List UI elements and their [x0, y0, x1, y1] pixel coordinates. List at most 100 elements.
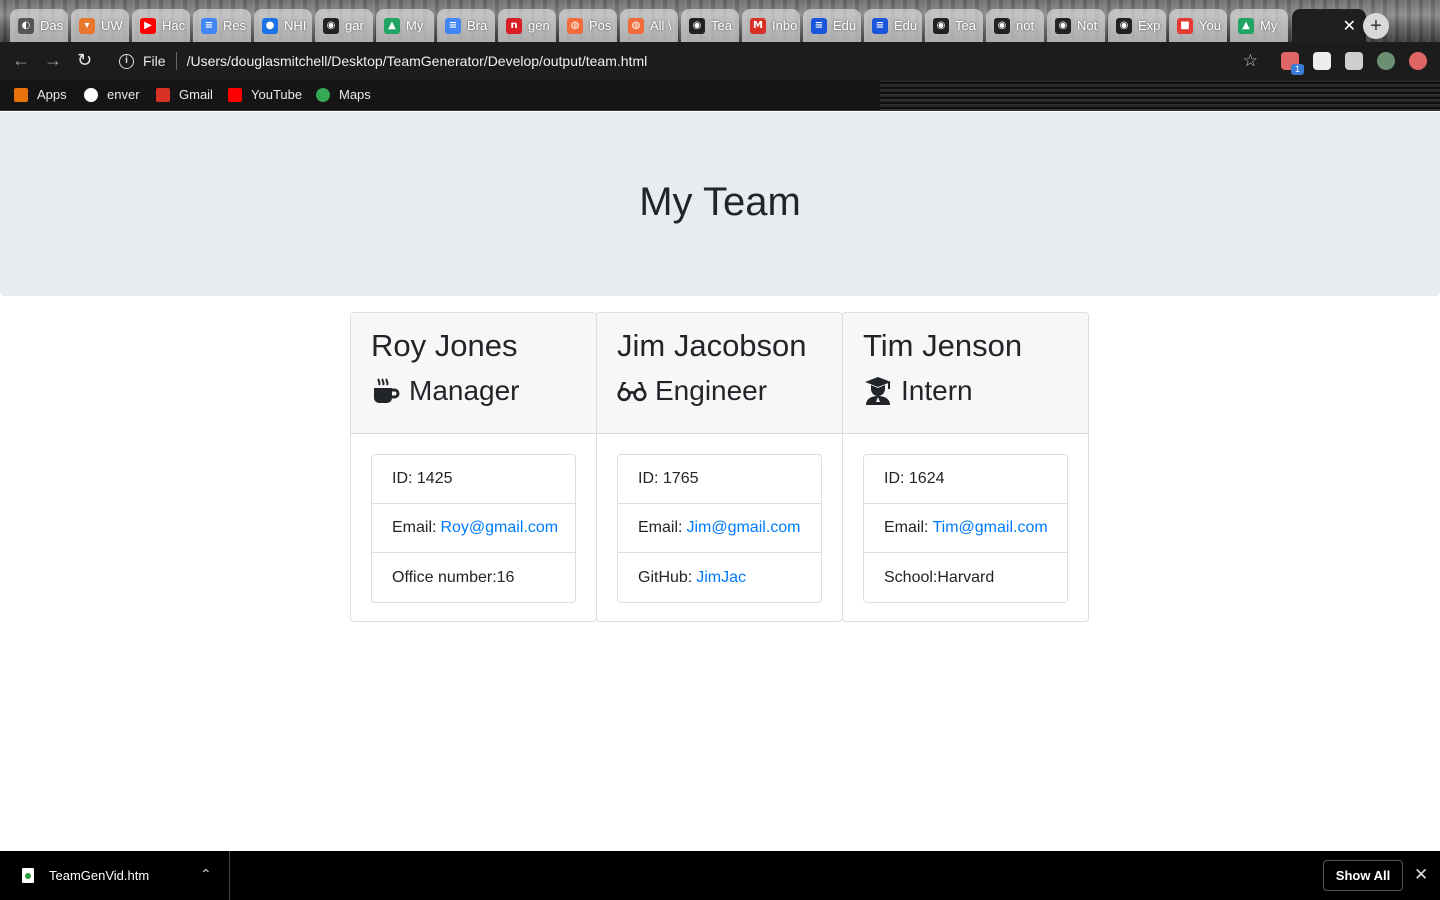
card-body: ID: 1425 Email: Roy@gmail.com Office numb…: [351, 434, 596, 621]
tab-active[interactable]: ✕: [1292, 9, 1366, 42]
page-content: My Team Roy Jones Manager ID: 1425 Email…: [0, 112, 1440, 851]
divider: [175, 52, 177, 70]
tab[interactable]: ◉ Exp: [1108, 9, 1166, 42]
team-cards: Roy Jones Manager ID: 1425 Email: Roy@gma…: [350, 312, 1090, 622]
tab-favicon-icon: ▲: [1238, 17, 1254, 34]
tab[interactable]: ▶ Hac: [132, 9, 190, 42]
tab[interactable]: ≡ Edu: [864, 9, 922, 42]
tab-favicon-icon: ◉: [323, 17, 339, 34]
bookmark-youtube[interactable]: YouTube: [228, 87, 302, 102]
tab-label: My: [1260, 18, 1278, 33]
tab[interactable]: ◉ not: [986, 9, 1044, 42]
url-text[interactable]: /Users/douglasmitchell/Desktop/TeamGener…: [187, 53, 648, 69]
bookmark-maps[interactable]: Maps: [316, 87, 371, 102]
extra-label: School:: [884, 568, 938, 586]
header-jumbotron: My Team: [0, 112, 1440, 296]
employee-name: Tim Jenson: [863, 328, 1023, 363]
show-all-button[interactable]: Show All: [1323, 860, 1403, 891]
tab[interactable]: ◍ All \: [620, 9, 678, 42]
back-button[interactable]: ←: [12, 50, 30, 70]
tab-favicon-icon: ■: [1177, 17, 1193, 34]
role-label: Manager: [409, 375, 520, 406]
tab[interactable]: ● NHI: [254, 9, 312, 42]
role-label: Engineer: [655, 375, 768, 406]
tab-label: All \: [650, 18, 672, 33]
screen-capture-icon[interactable]: [1313, 52, 1331, 70]
card-header: Tim Jenson Intern: [843, 313, 1088, 434]
tab-favicon-icon: M: [750, 17, 766, 34]
email-label: Email:: [638, 519, 683, 536]
bookmark-gmail[interactable]: Gmail: [156, 87, 213, 102]
globe-icon: [84, 87, 98, 102]
bookmark-label: Apps: [37, 87, 67, 102]
github-link[interactable]: JimJac: [696, 569, 746, 587]
tab[interactable]: M Inbo: [742, 9, 800, 42]
list-item-id: ID: 1624: [864, 455, 1067, 504]
new-tab-button[interactable]: +: [1363, 13, 1389, 39]
chevron-up-icon[interactable]: ⌃: [200, 866, 212, 883]
tab-label: Not: [1077, 18, 1098, 33]
tab-favicon-icon: ●: [262, 17, 278, 34]
tab-label: UW: [101, 18, 123, 33]
tab[interactable]: ■ You: [1169, 9, 1227, 42]
tab[interactable]: ≡ Edu: [803, 9, 861, 42]
close-tab-icon[interactable]: ✕: [1343, 16, 1356, 36]
tab[interactable]: ◉ Not: [1047, 9, 1105, 42]
tab-favicon-icon: ◉: [1055, 17, 1071, 34]
maps-pin-icon: [316, 87, 330, 102]
extra-label: Office number:: [392, 568, 497, 586]
tab-label: gen: [528, 18, 550, 33]
bookmark-label: Gmail: [179, 87, 213, 102]
forward-button[interactable]: →: [44, 50, 62, 70]
email-link[interactable]: Tim@gmail.com: [932, 519, 1047, 537]
card-header: Jim Jacobson Engineer: [597, 313, 842, 434]
tab[interactable]: ▲ My: [376, 9, 434, 42]
tab-favicon-icon: ◍: [628, 17, 644, 34]
reload-button[interactable]: ↻: [77, 50, 92, 70]
tab-label: Bra: [467, 18, 488, 33]
puzzle-icon[interactable]: [1345, 52, 1363, 70]
address-bar[interactable]: i File /Users/douglasmitchell/Desktop/Te…: [110, 46, 1270, 76]
card-body: ID: 1765 Email: Jim@gmail.com GitHub: JimJ…: [597, 434, 842, 621]
close-icon[interactable]: ✕: [1414, 865, 1428, 885]
tab-favicon-icon: ◉: [933, 17, 949, 34]
tab[interactable]: ▲ My: [1230, 9, 1288, 42]
tab[interactable]: ◐ Das: [10, 9, 68, 42]
tab-label: Edu: [894, 18, 918, 33]
employee-card: Roy Jones Manager ID: 1425 Email: Roy@gma…: [350, 312, 597, 622]
email-link[interactable]: Jim@gmail.com: [686, 519, 800, 537]
tab-favicon-icon: ≡: [872, 17, 888, 34]
bookmark-apps[interactable]: Apps: [14, 87, 67, 102]
tab-label: Tea: [711, 18, 732, 33]
avatar[interactable]: [1377, 52, 1395, 70]
browser-toolbar: ← → ↻ i File /Users/douglasmitchell/Desk…: [0, 42, 1440, 80]
tab[interactable]: ◉ Tea: [681, 9, 739, 42]
tab[interactable]: ▾ UW: [71, 9, 129, 42]
tab[interactable]: ◉ Tea: [925, 9, 983, 42]
tab-favicon-icon: ◉: [994, 17, 1010, 34]
page-title: My Team: [639, 179, 801, 224]
rocket-extension-icon[interactable]: [1409, 52, 1427, 70]
tab-label: Inbo: [772, 18, 798, 33]
bookmark-enver[interactable]: enver: [84, 87, 140, 102]
tab-favicon-icon: ▲: [384, 17, 400, 34]
tab[interactable]: ≡ Res: [193, 9, 251, 42]
details-list: ID: 1624 Email: Tim@gmail.com School: Har…: [863, 454, 1068, 603]
bookmark-star-icon[interactable]: ☆: [1243, 51, 1258, 71]
employee-name: Jim Jacobson: [617, 328, 807, 363]
email-link[interactable]: Roy@gmail.com: [440, 519, 558, 537]
download-item[interactable]: TeamGenVid.htm ⌃: [0, 851, 230, 900]
tab-label: Tea: [955, 18, 976, 33]
info-icon[interactable]: i: [119, 53, 134, 69]
list-item-extra: GitHub: JimJac: [618, 553, 821, 602]
tab[interactable]: ≡ Bra: [437, 9, 495, 42]
tab-favicon-icon: ▶: [140, 17, 156, 34]
tab-favicon-icon: ≡: [445, 17, 461, 34]
tab[interactable]: n gen: [498, 9, 556, 42]
tab-label: Das: [40, 18, 64, 33]
tab[interactable]: ◍ Pos: [559, 9, 617, 42]
bookmarks-bar: Apps enver Gmail YouTube Maps: [0, 80, 1440, 111]
tab-label: You: [1199, 18, 1221, 33]
tab[interactable]: ◉ gar: [315, 9, 373, 42]
gmail-icon: [156, 87, 170, 102]
